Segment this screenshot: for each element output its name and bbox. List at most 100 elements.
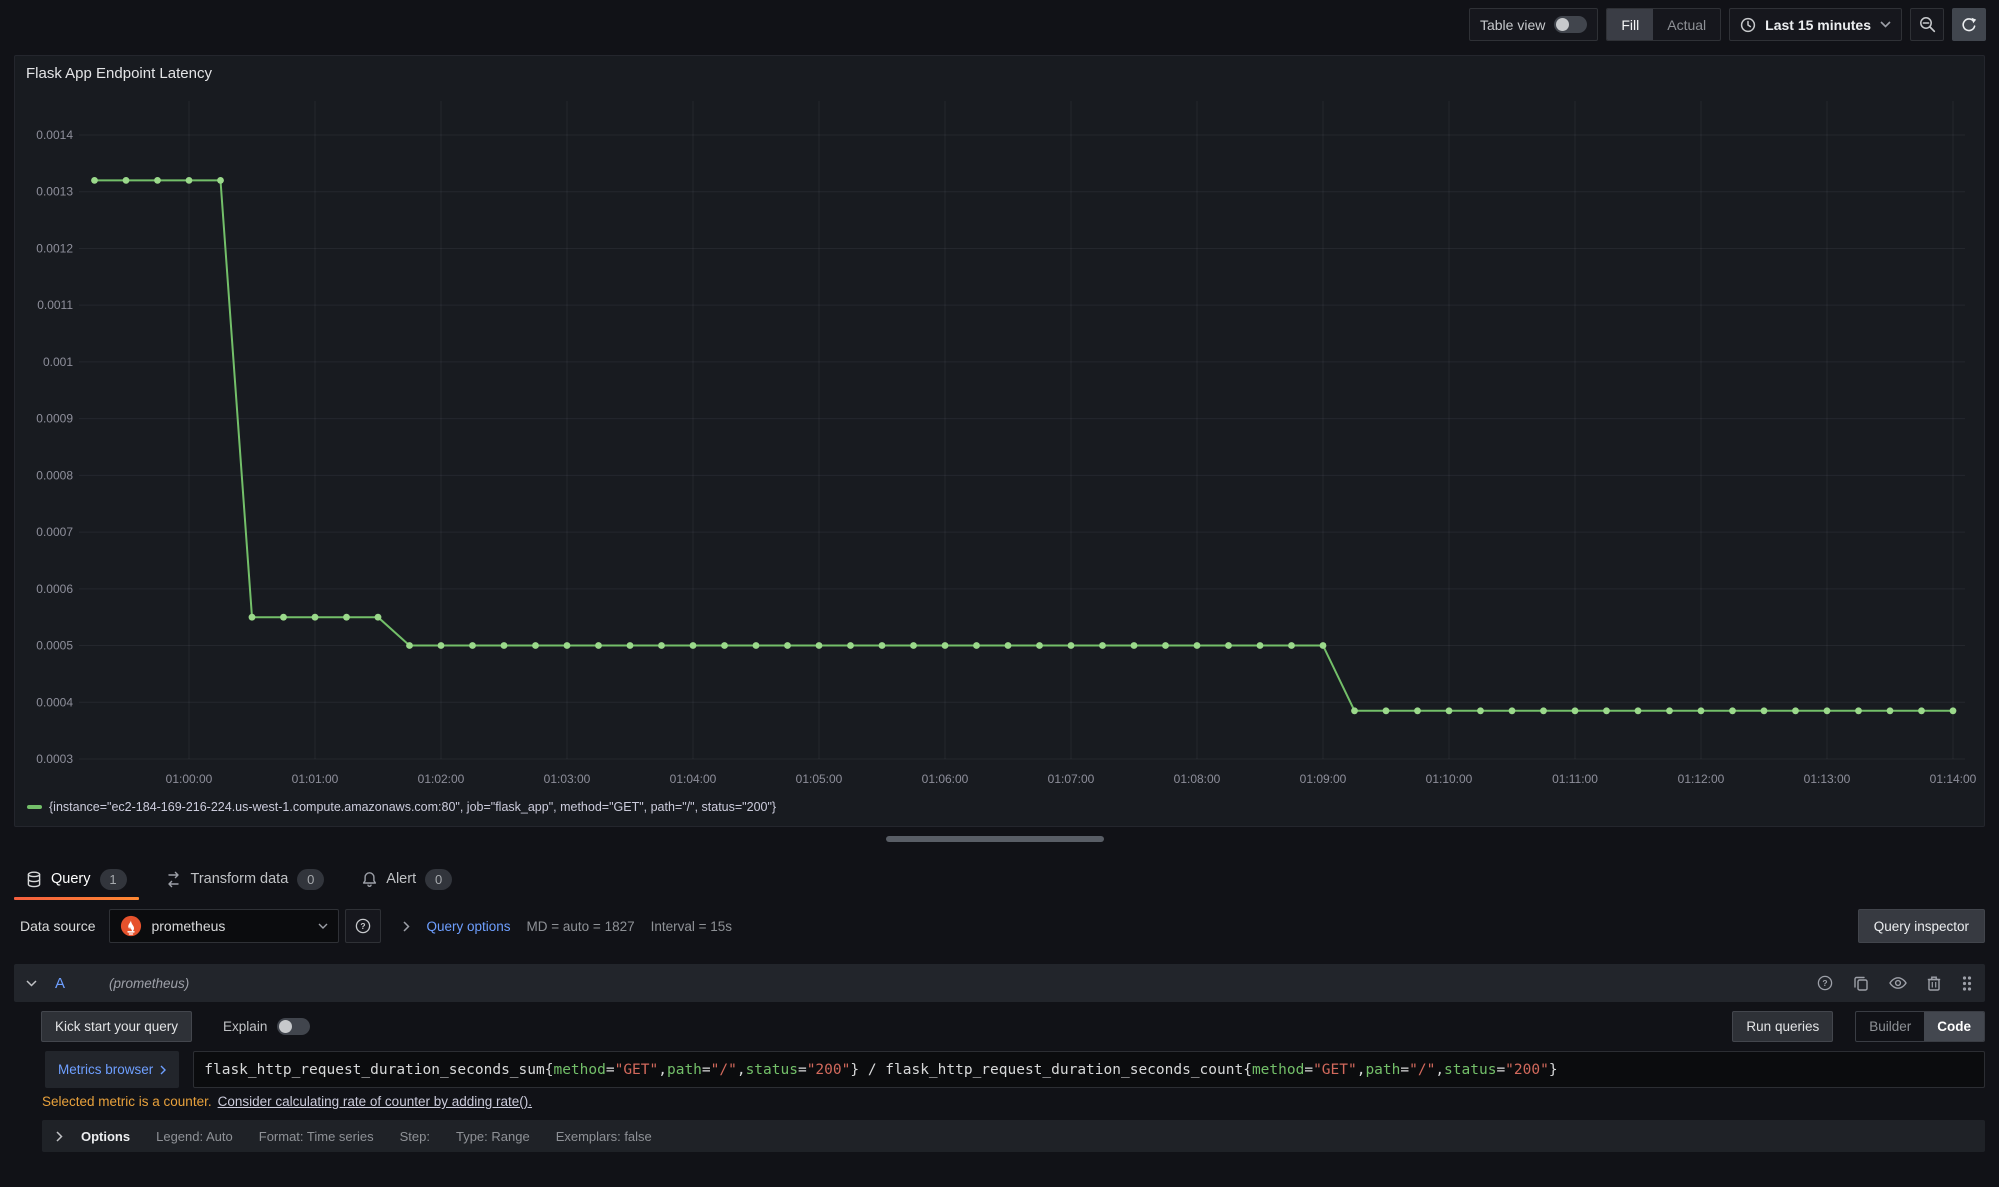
x-tick-label: 01:08:00 (1174, 772, 1221, 786)
datasource-picker[interactable]: prometheus (109, 909, 339, 943)
promql-token-label: status (746, 1062, 798, 1078)
datasource-name: prometheus (151, 918, 309, 934)
warning-text: Selected metric is a counter. (42, 1094, 212, 1109)
builder-mode-button[interactable]: Builder (1856, 1012, 1924, 1041)
query-toolbar-row: Kick start your query Explain Run querie… (41, 1011, 1985, 1042)
add-rate-link[interactable]: Consider calculating rate of counter by … (218, 1094, 532, 1109)
prometheus-logo-icon (120, 915, 142, 937)
promql-token-plain: } (1549, 1062, 1558, 1078)
collapse-chevron-icon[interactable] (26, 980, 37, 987)
x-tick-label: 01:03:00 (544, 772, 591, 786)
y-tick-label: 0.0013 (36, 185, 73, 199)
query-row-actions: ? (1817, 975, 1973, 992)
promql-token-string: "GET" (1313, 1062, 1357, 1078)
query-help-icon[interactable]: ? (1817, 975, 1833, 991)
explain-switch[interactable] (277, 1018, 310, 1035)
x-tick-label: 01:05:00 (796, 772, 843, 786)
query-ref-id[interactable]: A (55, 975, 65, 992)
promql-token-label: status (1444, 1062, 1496, 1078)
interval-value: Interval = 15s (651, 919, 732, 934)
query-datasource-hint: (prometheus) (109, 976, 189, 991)
tab-transform-data[interactable]: Transform data 0 (153, 856, 337, 902)
x-tick-label: 01:12:00 (1678, 772, 1725, 786)
chevron-right-icon[interactable] (56, 1131, 63, 1142)
code-mode-button[interactable]: Code (1924, 1012, 1984, 1041)
datasource-row: Data source prometheus ? Query options M… (20, 908, 1985, 944)
x-tick-label: 01:06:00 (922, 772, 969, 786)
promql-token-string: "/" (1409, 1062, 1435, 1078)
x-tick-label: 01:10:00 (1426, 772, 1473, 786)
query-options-link[interactable]: Query options (426, 919, 510, 934)
series-points (91, 177, 1956, 714)
time-range-picker[interactable]: Last 15 minutes (1729, 8, 1902, 41)
x-tick-label: 01:14:00 (1930, 772, 1977, 786)
promql-token-plain: = (702, 1062, 711, 1078)
actual-button[interactable]: Actual (1653, 9, 1720, 40)
option-summary-item: Step: (400, 1129, 430, 1144)
promql-token-plain: , (737, 1062, 746, 1078)
legend-series-swatch (27, 805, 42, 809)
x-tick-label: 01:01:00 (292, 772, 339, 786)
toggle-visibility-icon[interactable] (1889, 976, 1907, 990)
tab-query[interactable]: Query1 (14, 856, 139, 902)
x-tick-label: 01:07:00 (1048, 772, 1095, 786)
zoom-out-button[interactable] (1910, 8, 1944, 41)
promql-token-label: method (1252, 1062, 1304, 1078)
chevron-right-icon (403, 921, 410, 932)
y-tick-label: 0.001 (43, 355, 73, 369)
metrics-browser-button[interactable]: Metrics browser (45, 1051, 179, 1088)
tab-label: Query (51, 871, 91, 887)
query-row-header[interactable]: A (prometheus) ? (14, 964, 1985, 1002)
table-view-toggle-group[interactable]: Table view (1469, 8, 1598, 41)
query-inspector-button[interactable]: Query inspector (1858, 909, 1985, 943)
x-tick-label: 01:00:00 (166, 772, 213, 786)
promql-token-plain: = (1496, 1062, 1505, 1078)
y-tick-label: 0.0014 (36, 128, 73, 142)
latency-chart[interactable]: 0.00030.00040.00050.00060.00070.00080.00… (15, 56, 1984, 800)
duplicate-query-icon[interactable] (1853, 975, 1869, 991)
tab-count-badge: 0 (297, 869, 324, 890)
delete-query-icon[interactable] (1927, 975, 1941, 991)
promql-token-plain: } / flask_http_request_duration_seconds_… (850, 1062, 1252, 1078)
chart-grid (79, 101, 1965, 759)
chevron-down-icon (1880, 21, 1891, 28)
bell-icon (362, 871, 377, 888)
promql-expression-input[interactable]: flask_http_request_duration_seconds_sum{… (193, 1051, 1985, 1088)
drag-handle-icon[interactable] (1961, 975, 1973, 992)
legend-series-label[interactable]: {instance="ec2-184-169-216-224.us-west-1… (49, 800, 776, 814)
fill-button[interactable]: Fill (1607, 9, 1653, 40)
tab-count-badge: 0 (425, 869, 452, 890)
table-view-switch[interactable] (1554, 16, 1587, 33)
zoom-out-icon (1919, 16, 1936, 33)
svg-text:?: ? (1822, 978, 1827, 988)
query-options-group: Query options MD = auto = 1827 Interval … (403, 919, 732, 934)
promql-token-string: "/" (711, 1062, 737, 1078)
option-summary-item: Format: Time series (259, 1129, 374, 1144)
datasource-help-button[interactable]: ? (345, 909, 381, 943)
datasource-label: Data source (20, 918, 95, 934)
table-view-label: Table view (1480, 17, 1545, 33)
tab-alert[interactable]: Alert0 (350, 856, 464, 902)
time-range-label: Last 15 minutes (1765, 17, 1871, 33)
panel-title[interactable]: Flask App Endpoint Latency (26, 65, 212, 82)
y-tick-label: 0.0005 (36, 639, 73, 653)
promql-token-label: path (667, 1062, 702, 1078)
x-tick-label: 01:13:00 (1804, 772, 1851, 786)
editor-resize-handle[interactable] (886, 836, 1104, 842)
promql-token-plain: , (658, 1062, 667, 1078)
query-options-summary-row[interactable]: Options Legend: AutoFormat: Time seriesS… (42, 1120, 1985, 1152)
kick-start-query-button[interactable]: Kick start your query (41, 1011, 192, 1042)
counter-warning-row: Selected metric is a counter. Consider c… (42, 1094, 532, 1109)
promql-token-string: "200" (1505, 1062, 1549, 1078)
panel-toolbar: Table view Fill Actual Last 15 minutes (1469, 8, 1986, 41)
y-tick-label: 0.0008 (36, 468, 73, 482)
promql-token-plain: = (1304, 1062, 1313, 1078)
x-tick-label: 01:04:00 (670, 772, 717, 786)
promql-token-plain: , (1357, 1062, 1366, 1078)
run-queries-button[interactable]: Run queries (1732, 1011, 1833, 1042)
promql-token-plain: flask_http_request_duration_seconds_sum{ (204, 1062, 553, 1078)
tab-label: Transform data (191, 871, 289, 887)
x-tick-label: 01:09:00 (1300, 772, 1347, 786)
svg-text:?: ? (361, 921, 366, 931)
refresh-button[interactable] (1952, 8, 1986, 41)
